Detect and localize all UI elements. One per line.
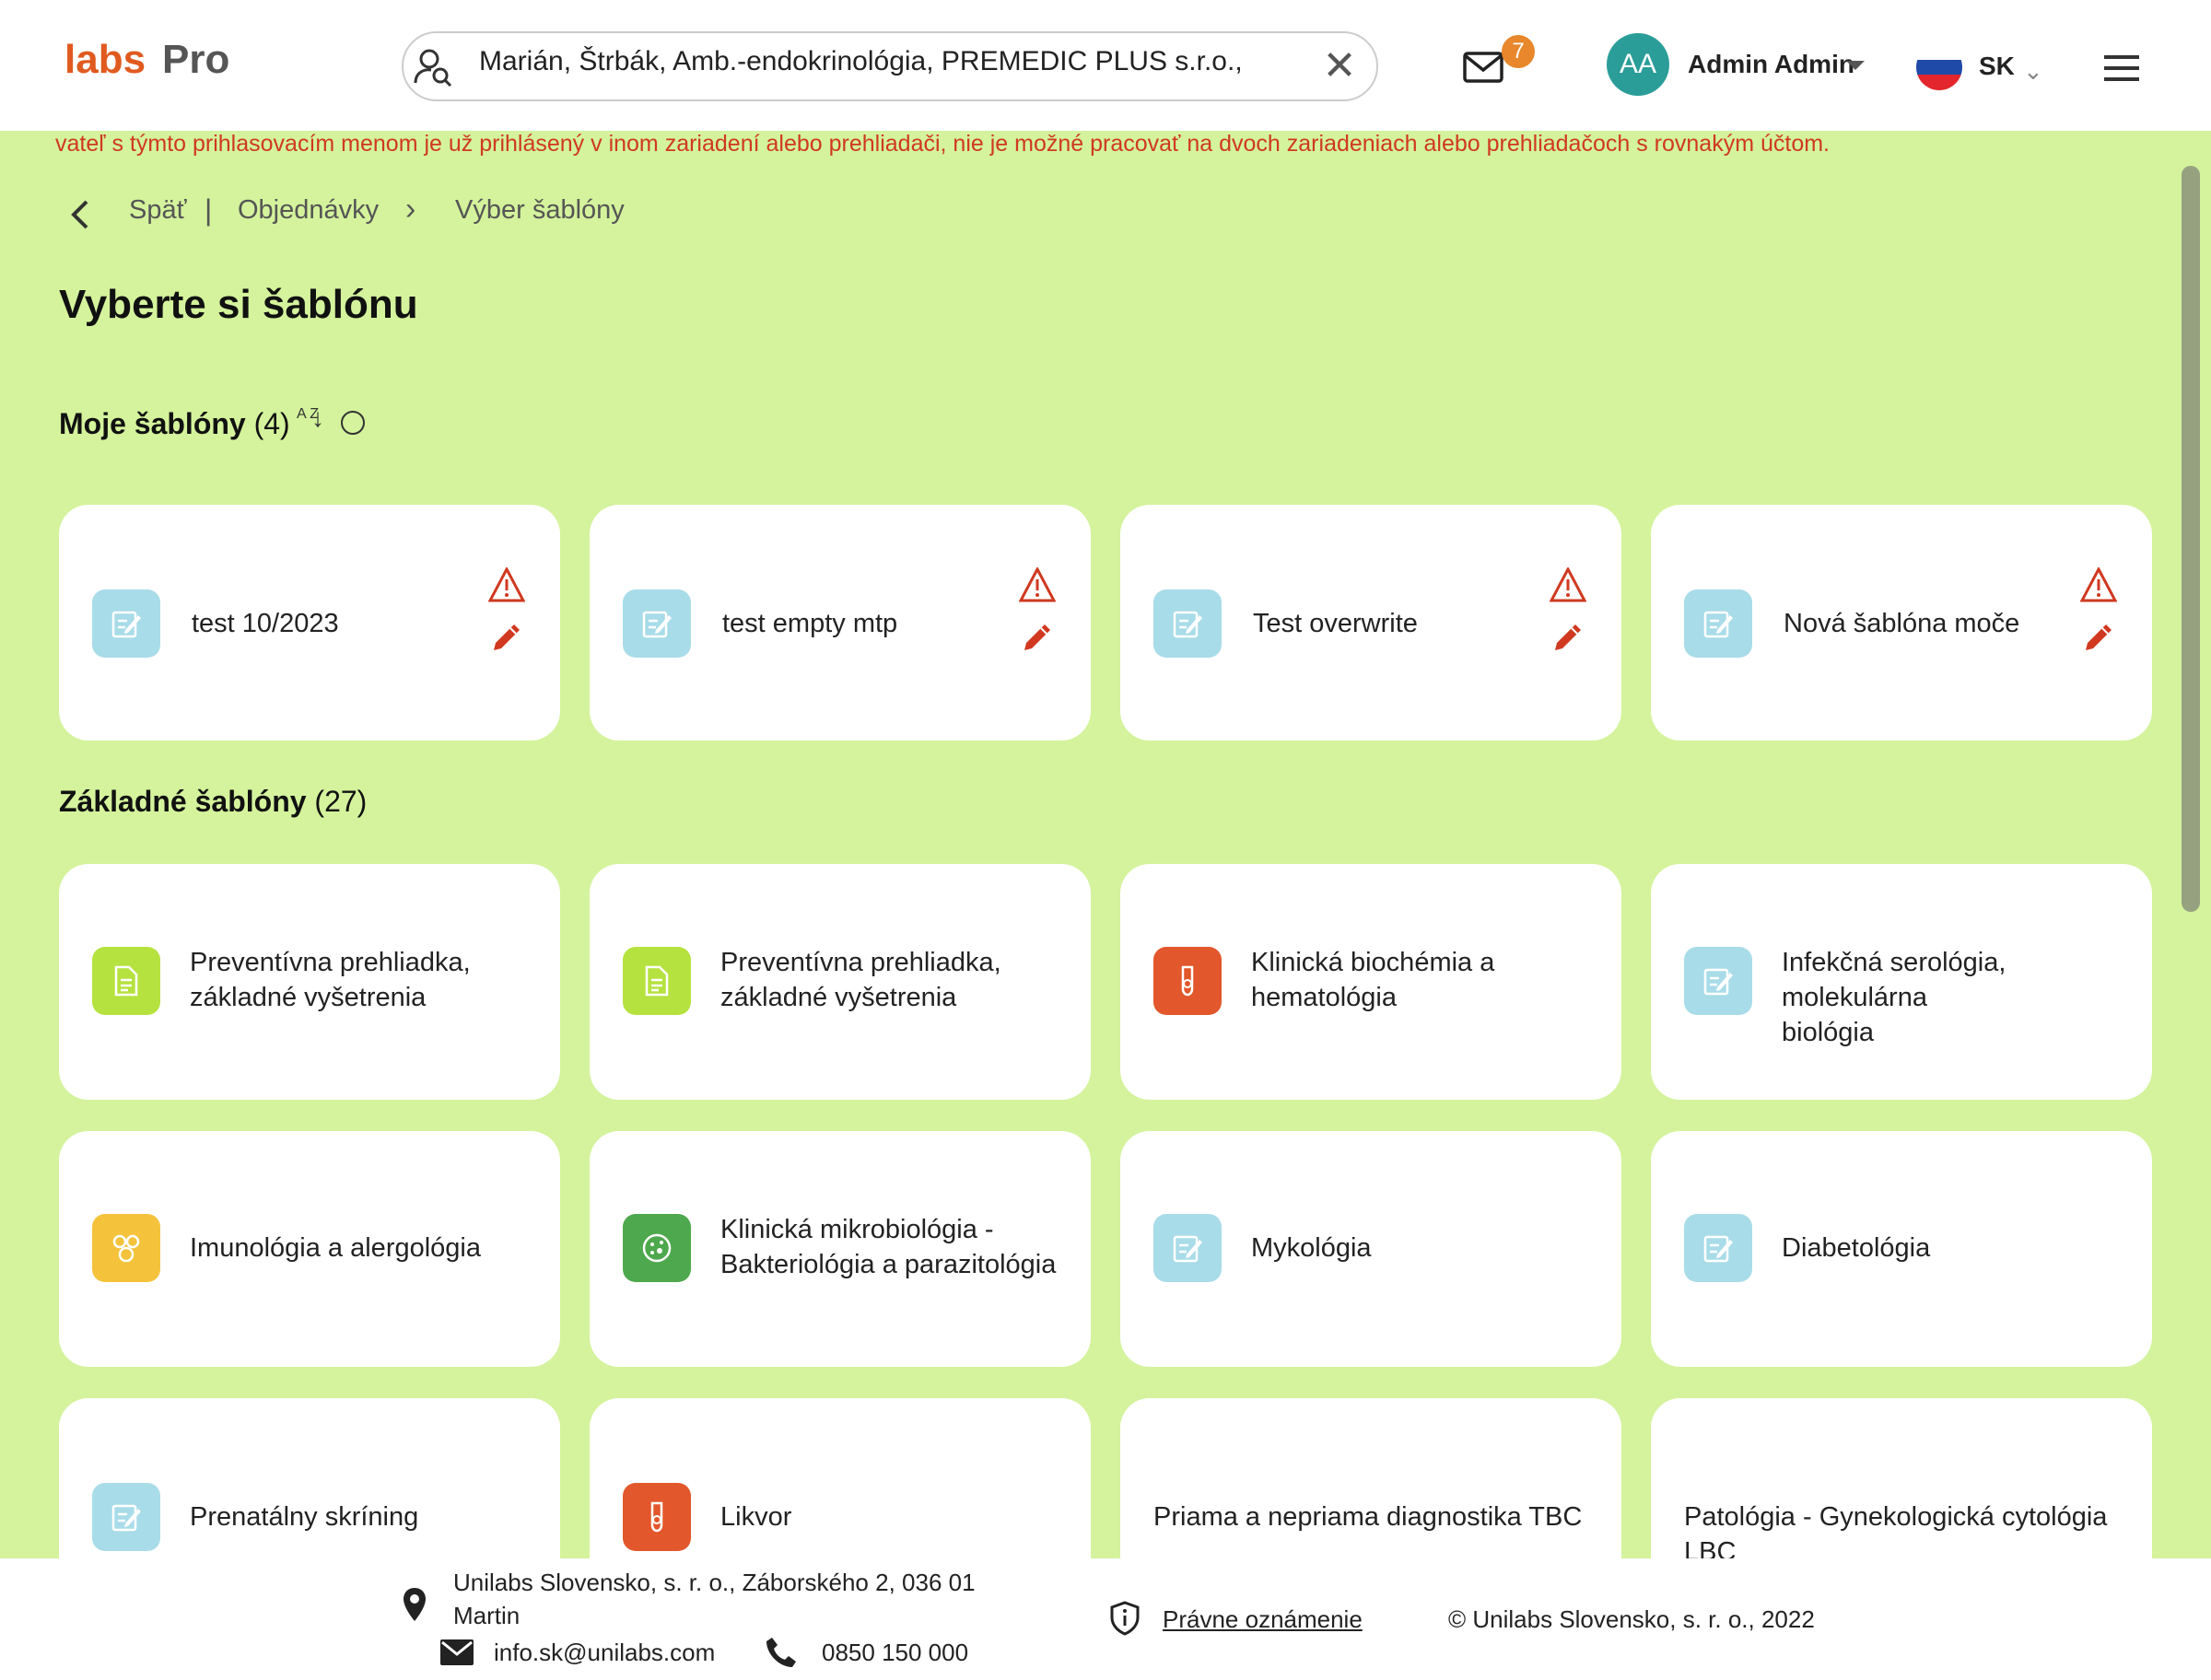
- breadcrumb-orders[interactable]: Objednávky: [238, 195, 379, 226]
- document-icon: [623, 947, 691, 1015]
- base-template-card[interactable]: Klinická mikrobiológia - Bakteriológia a …: [590, 1131, 1091, 1367]
- base-template-label: Prenatálny skríning: [190, 1502, 419, 1532]
- arrow-down-icon: ↓: [311, 403, 324, 432]
- slovak-flag-icon: [1916, 44, 1962, 90]
- breadcrumb-back[interactable]: Späť: [129, 195, 186, 226]
- patient-search-input[interactable]: Marián, Štrbák, Amb.-endokrinológia, PRE…: [479, 46, 1243, 77]
- logo[interactable]: labs Pro: [64, 37, 229, 83]
- chevron-right-icon: ›: [405, 192, 416, 227]
- page-title: Vyberte si šablónu: [59, 282, 418, 327]
- footer-copyright: © Unilabs Slovensko, s. r. o., 2022: [1448, 1605, 1815, 1633]
- mail-count-badge: 7: [1502, 35, 1535, 68]
- test-tube-icon: [1153, 947, 1222, 1015]
- location-pin-icon: [404, 1588, 426, 1621]
- caret-down-icon: [1846, 61, 1865, 70]
- close-icon: ✕: [1322, 43, 1357, 88]
- my-templates-title: Moje šablóny (4): [59, 407, 290, 440]
- my-template-label: test 10/2023: [192, 609, 339, 638]
- base-template-card[interactable]: Mykológia: [1120, 1131, 1621, 1367]
- edit-note-icon: [1153, 1214, 1222, 1282]
- language-code: SK: [1979, 52, 2015, 80]
- base-templates-title: Základné šablóny (27): [59, 785, 368, 818]
- base-template-label: Klinická mikrobiológia - Bakteriológia a …: [720, 1215, 1057, 1279]
- my-template-label: test empty mtp: [722, 609, 898, 638]
- warning-icon[interactable]: [1550, 567, 1586, 602]
- base-template-card[interactable]: Preventívna prehliadka, základné vyšetren…: [590, 864, 1091, 1100]
- edit-note-icon: [1153, 589, 1222, 658]
- edit-pencil-icon[interactable]: [1550, 619, 1586, 656]
- cells-icon: [92, 1214, 160, 1282]
- avatar: AA: [1607, 33, 1669, 96]
- sort-az-button[interactable]: A Z ↓: [293, 402, 335, 448]
- my-template-card[interactable]: Test overwrite: [1120, 505, 1621, 741]
- chevron-down-icon: ⌄: [2023, 57, 2043, 85]
- edit-pencil-icon[interactable]: [488, 619, 525, 656]
- circle-toggle-button[interactable]: [341, 411, 365, 435]
- edit-pencil-icon[interactable]: [1019, 619, 1056, 656]
- footer-email[interactable]: info.sk@unilabs.com: [494, 1636, 715, 1669]
- base-template-label: Klinická biochémia a hematológia: [1251, 948, 1495, 1012]
- my-template-card[interactable]: Nová šablóna moče: [1651, 505, 2152, 741]
- warning-icon[interactable]: [1019, 567, 1056, 602]
- base-template-card[interactable]: Imunológia a alergológia: [59, 1131, 560, 1367]
- clear-search-button[interactable]: ✕: [1304, 31, 1375, 101]
- shield-info-icon: [1110, 1601, 1140, 1636]
- footer-address-line2: Martin: [453, 1602, 521, 1629]
- header: labs Pro Marián, Štrbák, Amb.-endokrinoló…: [0, 0, 2211, 131]
- edit-pencil-icon[interactable]: [2080, 619, 2117, 656]
- base-template-label: Preventívna prehliadka, základné vyšetren…: [190, 948, 471, 1012]
- base-template-label: Diabetológia: [1782, 1233, 1931, 1263]
- warning-icon[interactable]: [488, 567, 525, 602]
- document-icon: [92, 947, 160, 1015]
- my-template-card[interactable]: test empty mtp: [590, 505, 1091, 741]
- base-template-card[interactable]: Preventívna prehliadka, základné vyšetren…: [59, 864, 560, 1100]
- base-template-card[interactable]: Klinická biochémia a hematológia: [1120, 864, 1621, 1100]
- chevron-left-icon: [71, 200, 88, 229]
- base-template-label: Imunológia a alergológia: [190, 1233, 481, 1263]
- base-template-card[interactable]: Infekčná serológia, molekulárna biológia: [1651, 864, 2152, 1100]
- user-name: Admin Admin: [1688, 50, 1854, 78]
- edit-note-icon: [1684, 1214, 1752, 1282]
- warning-icon[interactable]: [2080, 567, 2117, 602]
- breadcrumb-current: Výber šablóny: [455, 195, 625, 225]
- phone-icon: [766, 1638, 796, 1667]
- edit-note-icon: [1684, 947, 1752, 1015]
- logo-suffix: Pro: [162, 37, 230, 82]
- edit-note-icon: [1684, 589, 1752, 658]
- base-template-label: Likvor: [720, 1502, 792, 1532]
- edit-note-icon: [623, 589, 691, 658]
- my-template-card[interactable]: test 10/2023: [59, 505, 560, 741]
- base-template-label: Infekčná serológia, molekulárna biológia: [1782, 948, 2006, 1047]
- base-template-label: Priama a nepriama diagnostika TBC: [1153, 1502, 1583, 1532]
- back-button[interactable]: [46, 182, 114, 247]
- footer-phone[interactable]: 0850 150 000: [822, 1636, 968, 1669]
- footer: Unilabs Slovensko, s. r. o., Záborského …: [0, 1558, 2211, 1680]
- base-template-card[interactable]: Diabetológia: [1651, 1131, 2152, 1367]
- breadcrumb-separator: |: [205, 193, 213, 227]
- base-template-label: Mykológia: [1251, 1233, 1372, 1263]
- my-template-label: Nová šablóna moče: [1784, 609, 2020, 638]
- footer-address-line1: Unilabs Slovensko, s. r. o., Záborského …: [453, 1569, 976, 1596]
- email-icon: [440, 1639, 474, 1665]
- hamburger-menu-button[interactable]: [2082, 31, 2174, 105]
- session-warning: vateľ s týmto prihlasovacím menom je už …: [55, 131, 1830, 157]
- test-tube-icon: [623, 1483, 691, 1551]
- petri-dish-icon: [623, 1214, 691, 1282]
- base-template-label: Preventívna prehliadka, základné vyšetren…: [720, 948, 1001, 1012]
- my-template-label: Test overwrite: [1253, 609, 1418, 638]
- edit-note-icon: [92, 1483, 160, 1551]
- edit-note-icon: [92, 589, 160, 658]
- scrollbar[interactable]: [2182, 166, 2200, 912]
- legal-notice-link[interactable]: Právne oznámenie: [1163, 1603, 1363, 1636]
- person-search-icon: [414, 49, 452, 87]
